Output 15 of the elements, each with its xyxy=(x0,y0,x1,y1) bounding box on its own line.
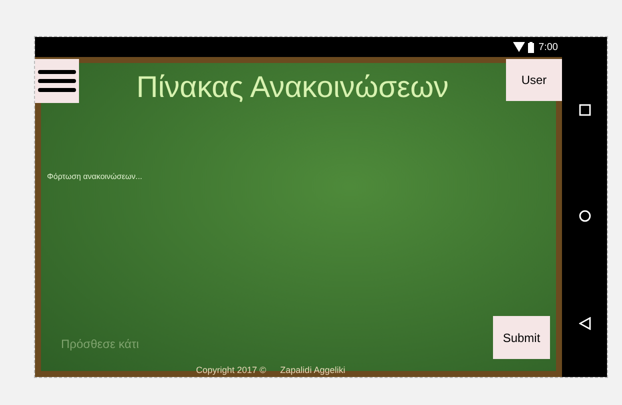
board-title: Πίνακας Ανακοινώσεων xyxy=(136,73,449,103)
menu-icon xyxy=(38,70,76,92)
wifi-icon xyxy=(512,42,525,52)
status-time: 7:00 xyxy=(538,40,558,54)
loading-text: Φόρτωση ανακοινώσεων... xyxy=(47,171,144,183)
battery-icon xyxy=(528,42,534,52)
submit-button[interactable]: Submit xyxy=(493,316,550,359)
user-button[interactable]: User xyxy=(506,59,562,101)
author-text: Zapalidi Aggeliki xyxy=(280,364,346,377)
message-input[interactable]: Πρόσθεσε κάτι xyxy=(61,335,361,353)
back-triangle-icon[interactable] xyxy=(578,316,590,330)
copyright-text: Copyright 2017 © xyxy=(196,364,266,377)
menu-button[interactable] xyxy=(35,59,79,103)
square-icon[interactable] xyxy=(578,104,590,116)
circle-icon[interactable] xyxy=(578,210,590,222)
